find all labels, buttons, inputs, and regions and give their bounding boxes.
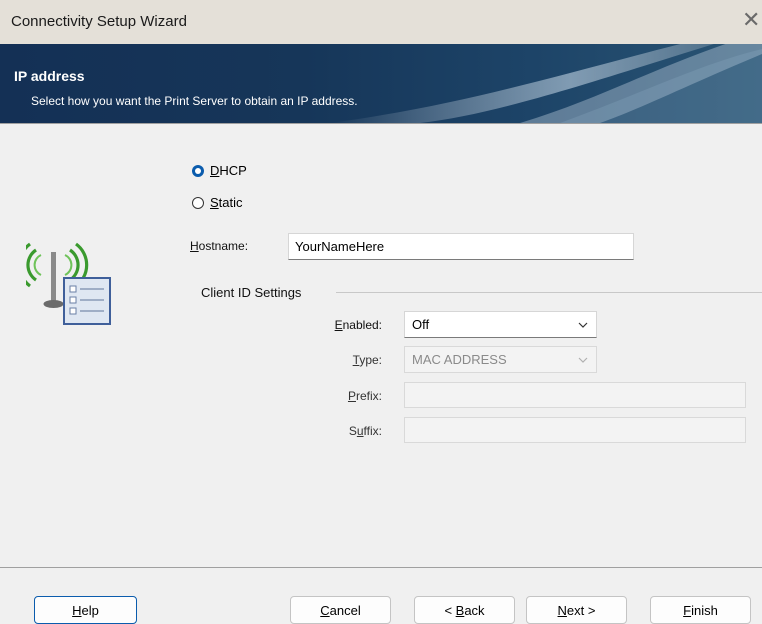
type-label: Type: <box>352 353 382 367</box>
page-subtitle: Select how you want the Print Server to … <box>31 94 358 108</box>
static-radio-button[interactable] <box>192 197 204 209</box>
chevron-down-icon <box>578 322 588 328</box>
finish-button[interactable]: Finish <box>650 596 751 624</box>
wireless-network-config-icon <box>17 236 114 328</box>
enabled-label: Enabled: <box>334 318 382 332</box>
prefix-field <box>404 382 746 408</box>
suffix-label: Suffix: <box>348 424 382 438</box>
cancel-button-label: Cancel <box>320 602 361 618</box>
chevron-down-icon <box>578 357 588 363</box>
help-button[interactable]: Help <box>34 596 137 624</box>
suffix-field <box>404 417 746 443</box>
back-button-label: < Back <box>444 602 485 618</box>
cancel-button[interactable]: Cancel <box>290 596 391 624</box>
window-title: Connectivity Setup Wizard <box>11 13 187 30</box>
finish-button-label: Finish <box>683 602 718 618</box>
type-value: MAC ADDRESS <box>412 352 507 367</box>
dhcp-radio-label: DHCP <box>210 163 247 178</box>
header-divider <box>0 123 762 124</box>
hostname-field[interactable]: YourNameHere <box>288 233 634 260</box>
dhcp-radio[interactable]: DHCP <box>192 163 272 179</box>
close-icon[interactable]: ✕ <box>742 6 762 34</box>
static-radio[interactable]: Static <box>192 195 272 211</box>
enabled-value: Off <box>412 317 430 332</box>
footer-divider <box>0 567 762 568</box>
client-id-group-title: Client ID Settings <box>201 285 302 300</box>
enabled-dropdown[interactable]: Off <box>404 311 597 338</box>
page-title: IP address <box>14 68 85 84</box>
static-radio-label: Static <box>210 195 243 210</box>
back-button[interactable]: < Back <box>414 596 515 624</box>
hostname-label: Hostname: <box>190 239 249 253</box>
prefix-label: Prefix: <box>347 389 382 403</box>
title-bar: Connectivity Setup Wizard ✕ <box>0 0 762 44</box>
next-button-label: Next > <box>557 602 596 618</box>
help-button-label: Help <box>72 602 99 618</box>
hostname-value: YourNameHere <box>295 239 385 254</box>
header-banner: IP address Select how you want the Print… <box>0 44 762 123</box>
dhcp-radio-button[interactable] <box>192 165 204 177</box>
type-dropdown: MAC ADDRESS <box>404 346 597 373</box>
group-divider <box>336 292 762 293</box>
next-button[interactable]: Next > <box>526 596 627 624</box>
banner-swoosh-graphic <box>330 44 762 123</box>
